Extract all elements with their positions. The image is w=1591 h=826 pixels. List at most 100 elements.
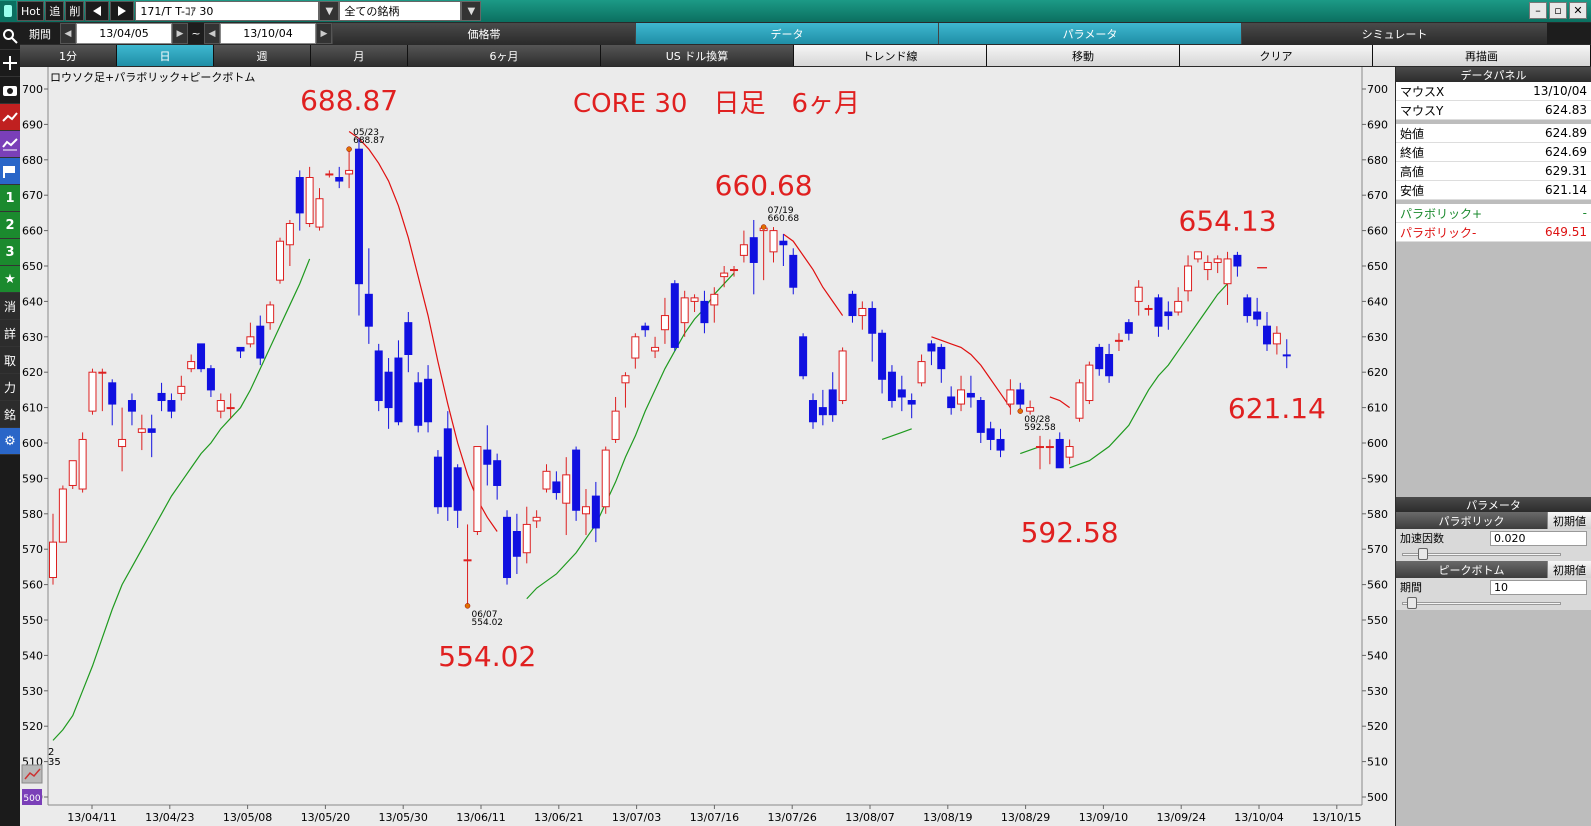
candle-body-up	[601, 449, 610, 508]
candle-body-down	[167, 400, 176, 412]
accel-slider[interactable]	[1396, 547, 1591, 561]
peak-bottom-reset-button[interactable]: 初期値	[1547, 561, 1591, 578]
y-tick-label-right: 530	[1367, 685, 1388, 698]
period-slider-track	[1402, 602, 1561, 605]
erase-button[interactable]: 消	[0, 293, 20, 320]
universe-dropdown[interactable]: ▼	[461, 1, 482, 21]
from-date-field[interactable]: 13/04/05	[76, 23, 172, 44]
star-icon[interactable]: ★	[0, 266, 20, 293]
right-panel: データパネル マウスX 13/10/04 マウスY 624.83 始値 624.…	[1396, 67, 1591, 826]
sar-up-row: パラボリック+ -	[1396, 204, 1591, 223]
period-slider-thumb[interactable]	[1406, 597, 1417, 609]
app-icon[interactable]	[0, 1, 16, 21]
tab-clear[interactable]: クリア	[1180, 45, 1373, 66]
tab-monthly[interactable]: 月	[311, 45, 408, 66]
period-param-label: 期間	[1400, 581, 1422, 594]
x-tick-label: 13/08/29	[1001, 811, 1050, 824]
accel-slider-thumb[interactable]	[1417, 548, 1428, 560]
candle-body-down	[700, 300, 709, 324]
tab-simulate[interactable]: シミュレート	[1241, 23, 1547, 44]
restore-icon[interactable]: ▫	[1549, 2, 1567, 19]
candlestick-chart[interactable]: 5005005105105205205305305405405505505605…	[20, 67, 1395, 826]
trend-chart-icon[interactable]	[0, 104, 20, 131]
y-tick-label-left: 670	[22, 189, 43, 202]
prev-symbol-button[interactable]	[85, 1, 110, 21]
candle-body-up	[58, 488, 67, 543]
trade-button[interactable]: 取	[0, 347, 20, 374]
indicator-chart-icon[interactable]	[0, 131, 20, 158]
power-button[interactable]: 力	[0, 374, 20, 401]
symbol-button[interactable]: 銘	[0, 401, 20, 428]
symbol-field[interactable]: 171/T T-ｺｱ 30	[135, 1, 320, 21]
symbol-dropdown[interactable]: ▼	[319, 1, 340, 21]
period-slider[interactable]	[1396, 596, 1591, 610]
candle-body-down	[1016, 389, 1025, 405]
y-tick-label-right: 580	[1367, 508, 1388, 521]
period-param-input[interactable]: 10	[1490, 579, 1587, 595]
next-symbol-button[interactable]	[110, 1, 135, 21]
flag-icon[interactable]	[0, 158, 20, 185]
detail-button[interactable]: 詳	[0, 320, 20, 347]
peak-bottom-marker	[760, 224, 767, 230]
layout-1-button[interactable]: 1	[0, 185, 20, 212]
tab-data[interactable]: データ	[635, 23, 938, 44]
tab-trendline[interactable]: トレンド線	[794, 45, 987, 66]
accel-input[interactable]: 0.020	[1490, 530, 1587, 546]
candle-body-down	[1055, 438, 1064, 469]
candle-body-down	[433, 456, 442, 508]
candle-body-down	[483, 449, 492, 465]
peak-bottom-marker	[464, 603, 471, 609]
layout-2-button[interactable]: 2	[0, 212, 20, 239]
candle-body-up	[660, 315, 669, 331]
sar-down-value: 649.51	[1545, 225, 1587, 239]
from-next-arrow[interactable]: ▶	[172, 23, 188, 44]
add-button[interactable]: 追	[45, 1, 65, 21]
hot-button[interactable]: Hot	[17, 1, 45, 21]
tab-weekly[interactable]: 週	[214, 45, 311, 66]
universe-field[interactable]: 全ての銘柄	[339, 1, 462, 21]
candle-body-up	[1026, 407, 1035, 412]
tab-usd-convert[interactable]: US ドル換算	[601, 45, 794, 66]
parabolic-reset-button[interactable]: 初期値	[1547, 512, 1591, 529]
candle-body-down	[670, 283, 679, 348]
search-icon[interactable]	[0, 23, 20, 50]
tab-parameter[interactable]: パラメータ	[938, 23, 1241, 44]
camera-icon[interactable]	[0, 77, 20, 104]
candle-body-up	[1085, 364, 1094, 402]
chart-area[interactable]: 5005005105105205205305305405405505505605…	[20, 67, 1395, 826]
close-icon[interactable]: ✕	[1569, 2, 1587, 19]
tab-move[interactable]: 移動	[987, 45, 1180, 66]
to-date-field[interactable]: 13/10/04	[220, 23, 316, 44]
y-tick-label-left: 520	[22, 720, 43, 733]
candle-body-down	[503, 516, 512, 579]
candle-body-down	[453, 467, 462, 511]
delete-button[interactable]: 削	[65, 1, 85, 21]
corner-mark: 35	[48, 757, 61, 768]
candle-body-up	[769, 230, 778, 253]
crosshair-icon[interactable]	[0, 50, 20, 77]
tab-price-band[interactable]: 価格帯	[332, 23, 635, 44]
candle-body-down	[591, 495, 600, 529]
settings-icon[interactable]: ⚙	[0, 428, 20, 455]
tab-6month[interactable]: 6ヶ月	[408, 45, 601, 66]
y-tick-label-right: 630	[1367, 331, 1388, 344]
minimize-icon[interactable]: –	[1529, 2, 1547, 19]
layout-3-button[interactable]: 3	[0, 239, 20, 266]
to-prev-arrow[interactable]: ◀	[204, 23, 220, 44]
timeframe-bar: 1分 日 週 月 6ヶ月 US ドル換算 トレンド線 移動 クリア 再描画	[20, 45, 1591, 66]
candle-body-up	[1213, 258, 1222, 263]
y-tick-label-right: 690	[1367, 118, 1388, 131]
from-prev-arrow[interactable]: ◀	[60, 23, 76, 44]
candle-body-down	[414, 382, 423, 426]
y-tick-label-left: 580	[22, 508, 43, 521]
price-annotation: 554.02	[438, 640, 536, 673]
peak-bottom-value: 592.58	[1024, 423, 1056, 433]
tab-1min[interactable]: 1分	[20, 45, 117, 66]
to-next-arrow[interactable]: ▶	[316, 23, 332, 44]
candle-body-up	[1065, 446, 1074, 458]
candle-body-up	[690, 297, 699, 302]
candle-body-down	[907, 400, 916, 405]
tab-daily[interactable]: 日	[117, 45, 214, 66]
tab-redraw[interactable]: 再描画	[1373, 45, 1591, 66]
candle-body-up	[246, 336, 255, 345]
